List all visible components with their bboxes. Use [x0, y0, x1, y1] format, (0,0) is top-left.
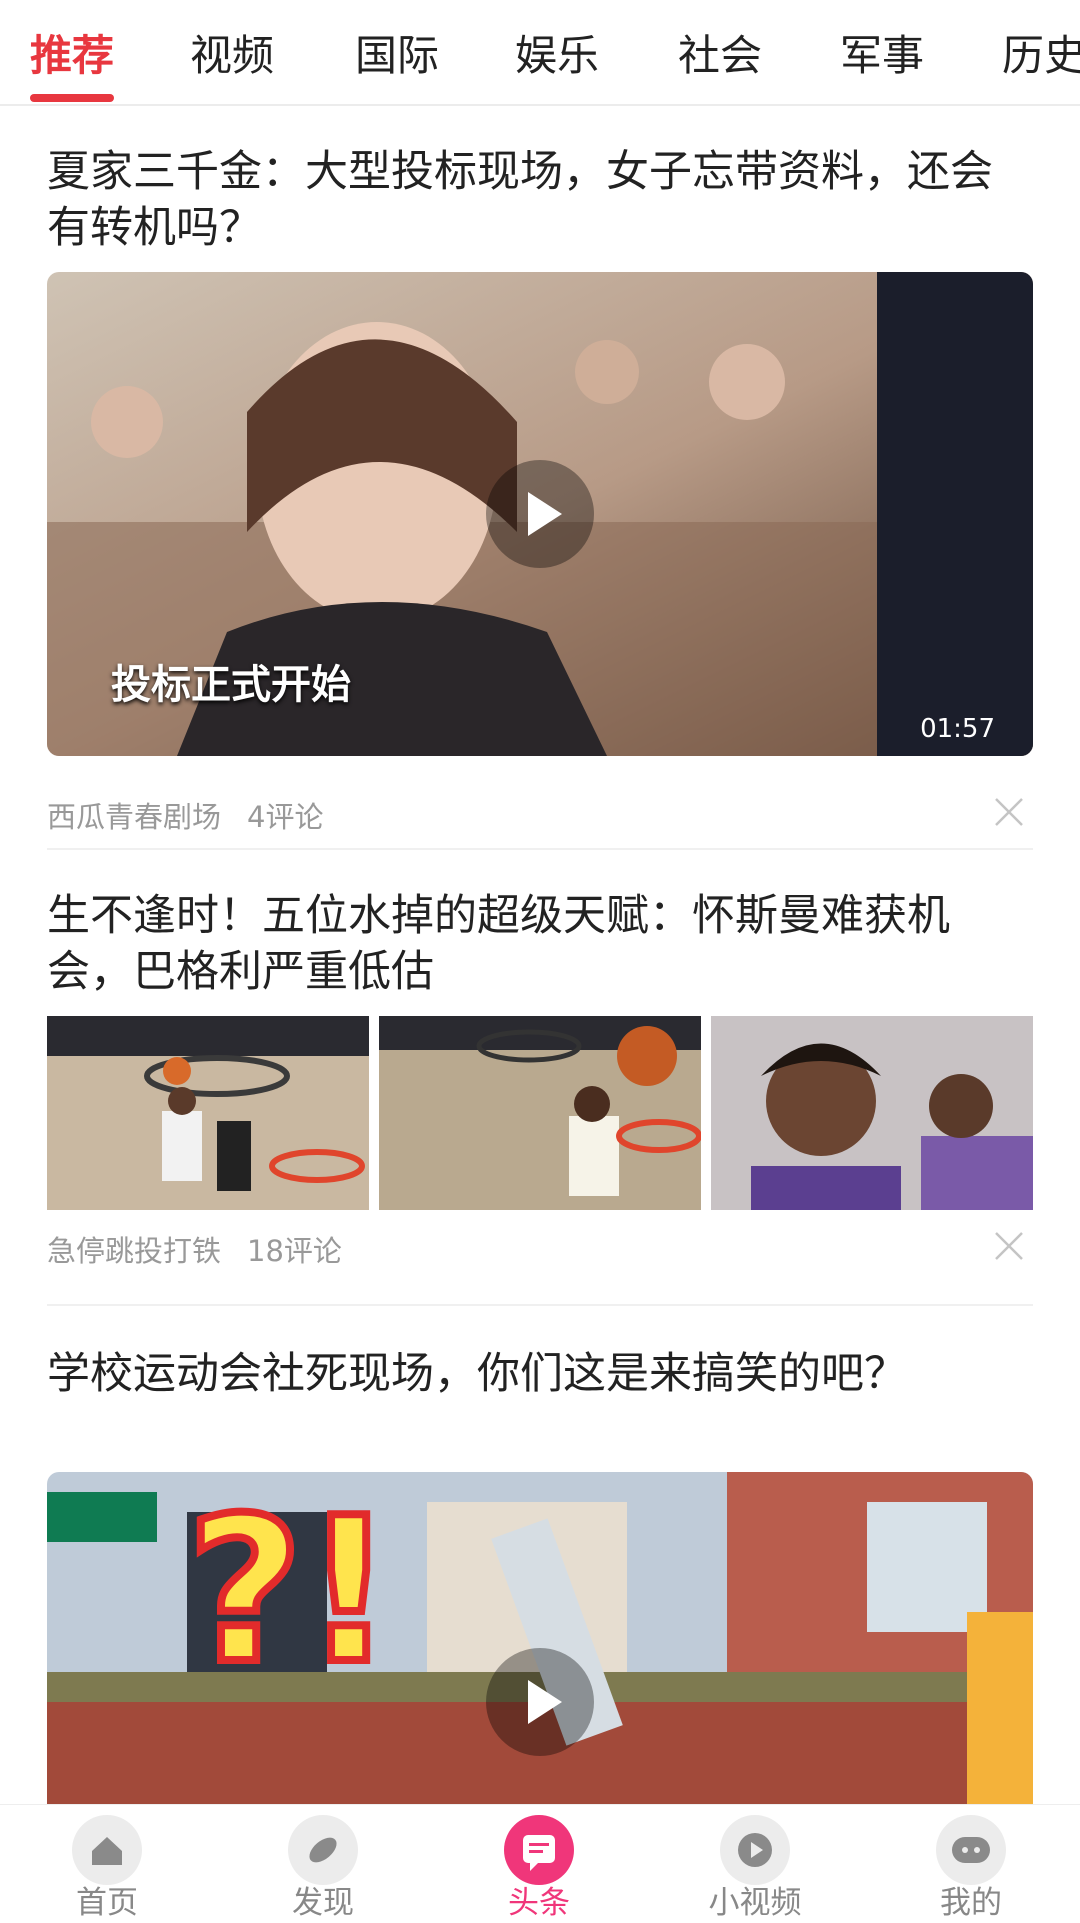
thumbnail-image[interactable] — [47, 1016, 369, 1210]
tab-history[interactable]: 历史 — [1002, 26, 1080, 86]
play-icon — [720, 1815, 790, 1885]
article-title[interactable]: 学校运动会社死现场，你们这是来搞笑的吧？ — [47, 1346, 1033, 1402]
nav-label: 发现 — [292, 1885, 354, 1921]
tab-entertainment[interactable]: 娱乐 — [515, 26, 599, 86]
close-icon[interactable] — [993, 796, 1025, 828]
close-icon[interactable] — [993, 1230, 1025, 1262]
comment-count[interactable]: 4评论 — [247, 800, 323, 834]
home-icon — [72, 1815, 142, 1885]
nav-label: 我的 — [940, 1885, 1002, 1921]
divider — [47, 1304, 1033, 1306]
video-thumbnail[interactable]: ?! — [47, 1472, 1033, 1804]
bottom-navigation: 首页 发现 头条 小视频 我的 — [0, 1804, 1080, 1921]
video-duration: 01:57 — [920, 714, 995, 744]
message-icon — [504, 1815, 574, 1885]
active-tab-indicator — [30, 94, 114, 102]
article-card[interactable]: 夏家三千金：大型投标现场，女子忘带资料，还会有转机吗？ 投标正式开始 01:57… — [47, 144, 1033, 884]
nav-profile[interactable]: 我的 — [891, 1805, 1051, 1921]
article-meta: 西瓜青春剧场 4评论 — [47, 794, 323, 836]
thumbnail-caption: ?! — [183, 1475, 398, 1708]
nav-home[interactable]: 首页 — [27, 1805, 187, 1921]
article-card[interactable]: 生不逢时！五位水掉的超级天赋：怀斯曼难获机会，巴格利严重低估 急停跳投打铁 18… — [47, 888, 1033, 1368]
tab-society[interactable]: 社会 — [678, 26, 762, 86]
tab-recommend[interactable]: 推荐 — [30, 26, 114, 86]
news-feed[interactable]: 夏家三千金：大型投标现场，女子忘带资料，还会有转机吗？ 投标正式开始 01:57… — [0, 104, 1080, 1804]
thumbnail-image[interactable] — [379, 1016, 701, 1210]
tab-video[interactable]: 视频 — [190, 26, 274, 86]
article-meta: 急停跳投打铁 18评论 — [47, 1228, 342, 1270]
article-card[interactable]: 学校运动会社死现场，你们这是来搞笑的吧？ ?! — [47, 1346, 1033, 1804]
article-title[interactable]: 生不逢时！五位水掉的超级天赋：怀斯曼难获机会，巴格利严重低估 — [47, 888, 1033, 1000]
nav-headlines[interactable]: 头条 — [459, 1805, 619, 1921]
nav-short-video[interactable]: 小视频 — [675, 1805, 835, 1921]
comment-count[interactable]: 18评论 — [247, 1234, 342, 1268]
thumbnail-row[interactable] — [47, 1016, 1033, 1210]
divider — [47, 848, 1033, 850]
tab-military[interactable]: 军事 — [840, 26, 924, 86]
category-tabs: 推荐 视频 国际 娱乐 社会 军事 历史 — [0, 0, 1080, 106]
nav-discover[interactable]: 发现 — [243, 1805, 403, 1921]
thumbnail-caption: 投标正式开始 — [111, 662, 351, 708]
play-icon[interactable] — [486, 1648, 594, 1756]
nav-label: 小视频 — [708, 1885, 802, 1921]
chat-bubble-icon — [936, 1815, 1006, 1885]
nav-label: 首页 — [76, 1885, 138, 1921]
compass-icon — [288, 1815, 358, 1885]
play-icon[interactable] — [486, 460, 594, 568]
article-source[interactable]: 西瓜青春剧场 — [47, 800, 221, 834]
article-source[interactable]: 急停跳投打铁 — [47, 1234, 221, 1268]
article-title[interactable]: 夏家三千金：大型投标现场，女子忘带资料，还会有转机吗？ — [47, 144, 1033, 256]
thumbnail-image[interactable] — [711, 1016, 1033, 1210]
tab-international[interactable]: 国际 — [355, 26, 439, 86]
video-thumbnail[interactable]: 投标正式开始 01:57 — [47, 272, 1033, 756]
nav-label: 头条 — [508, 1885, 570, 1921]
